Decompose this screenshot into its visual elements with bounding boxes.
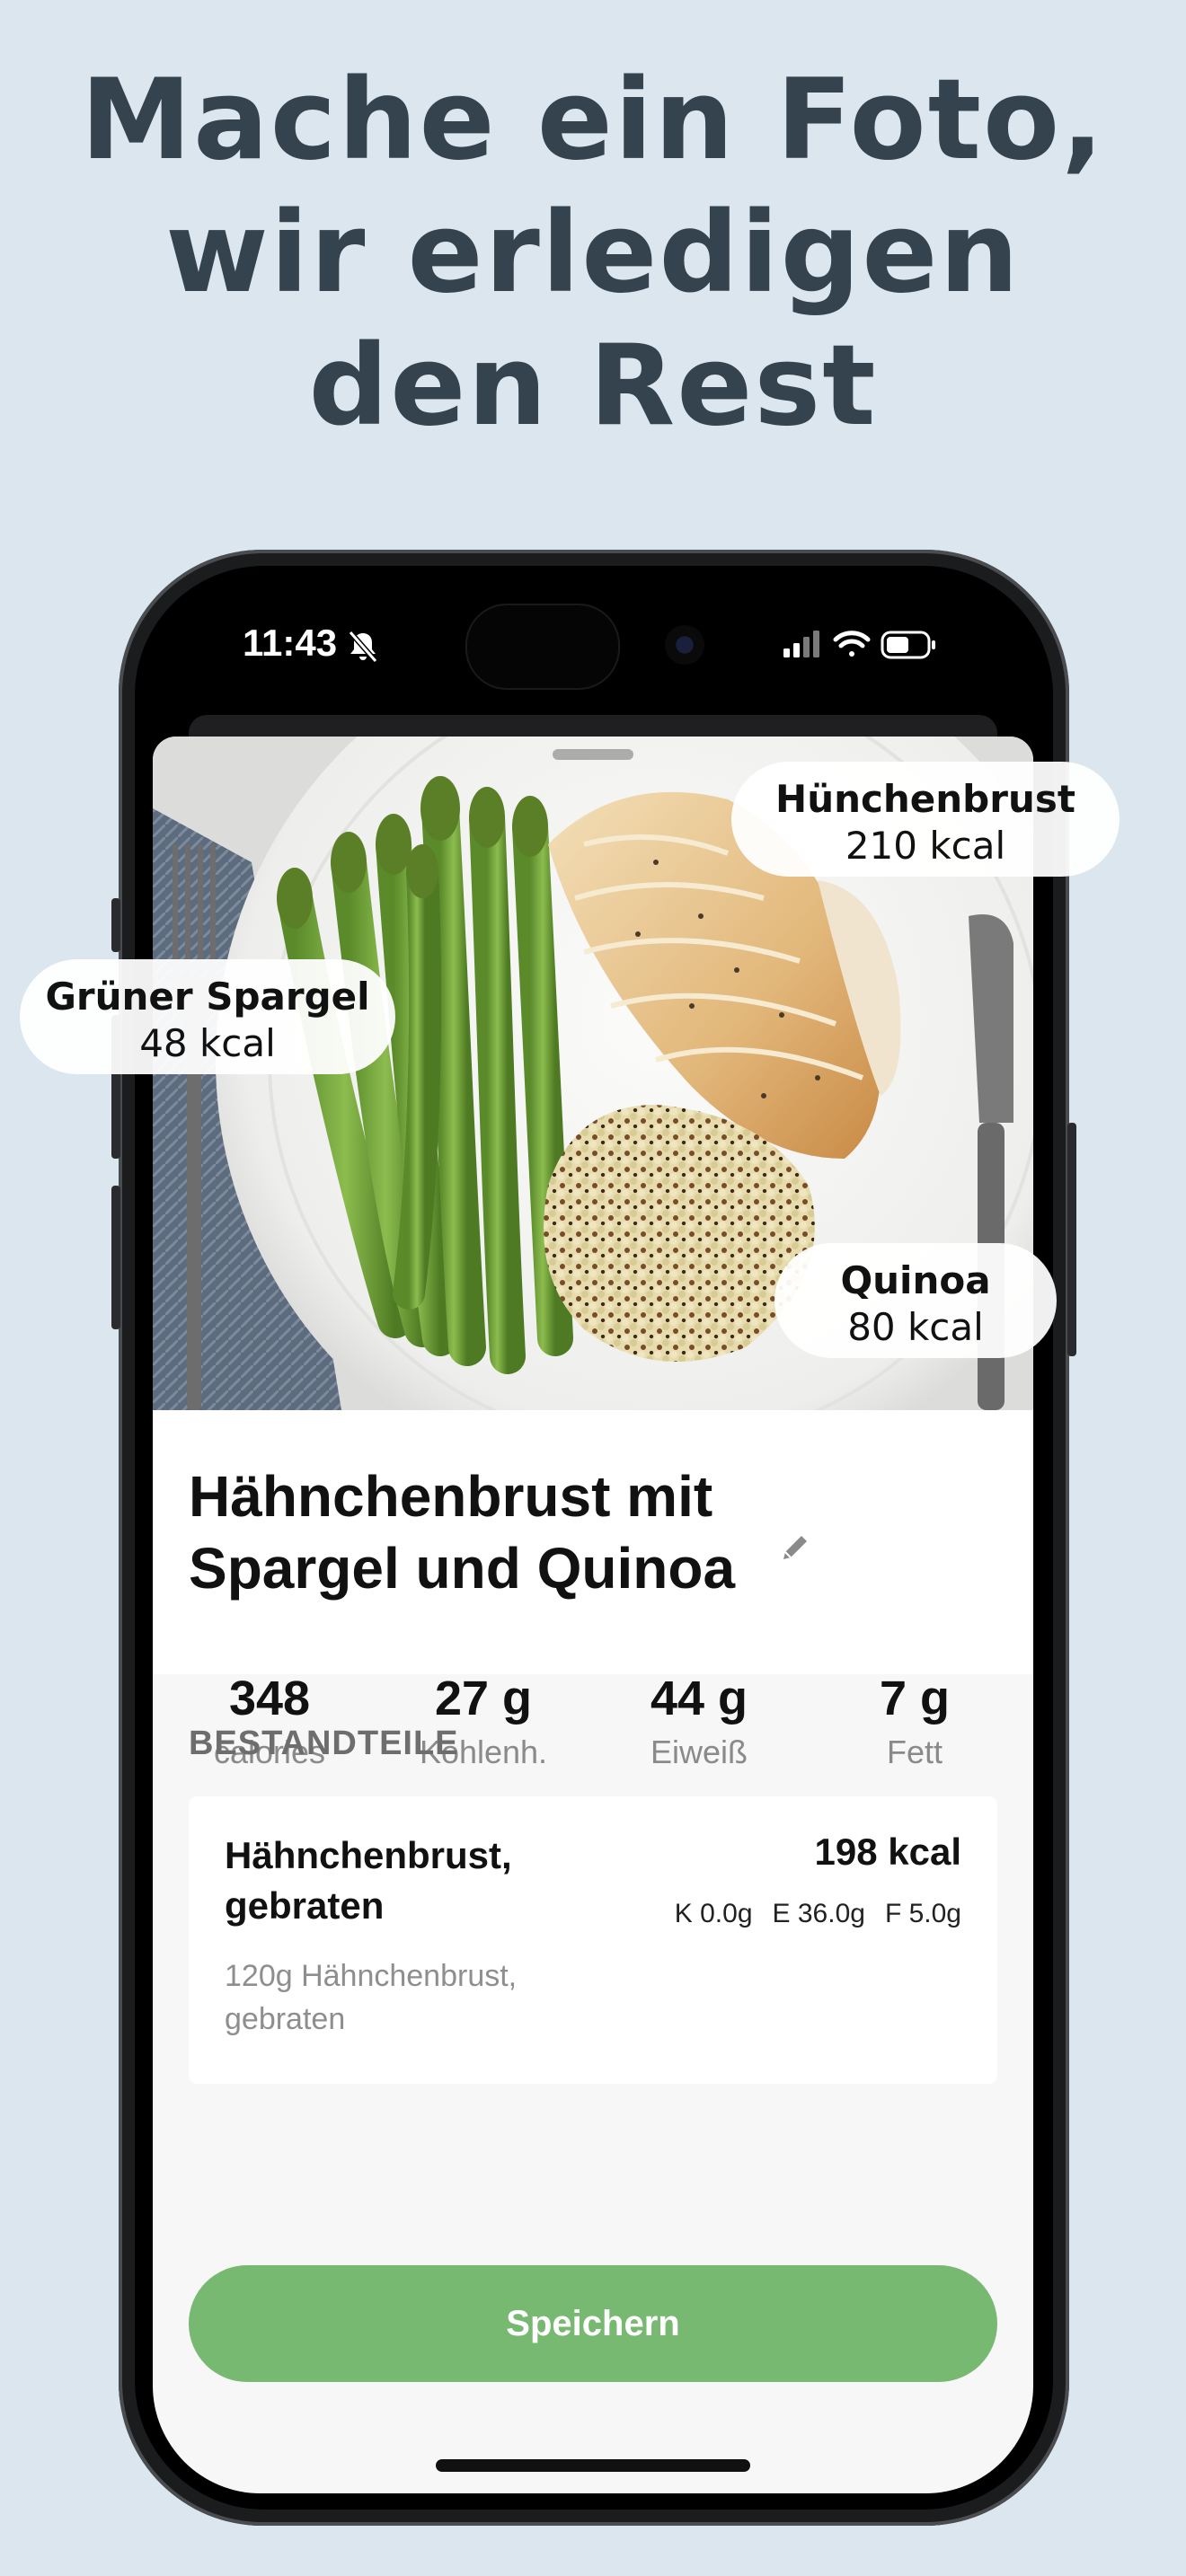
food-label-kcal: 48 kcal bbox=[139, 1021, 276, 1065]
ingredient-protein: E 36.0g bbox=[772, 1899, 865, 1928]
sheet-grabber[interactable] bbox=[553, 749, 633, 760]
macro-fat: 7 g Fett bbox=[825, 1671, 1005, 1771]
ingredient-name: Hähnchenbrust, gebraten bbox=[225, 1834, 512, 1927]
ingredient-macros: K 0.0g E 36.0g F 5.0g bbox=[655, 1899, 961, 1929]
section-heading: BESTANDTEILE bbox=[189, 1725, 459, 1762]
status-time: 11:43 bbox=[243, 622, 338, 664]
meal-title-line-2: Spargel und Quinoa bbox=[189, 1536, 736, 1601]
ingredient-fat: F 5.0g bbox=[884, 1899, 961, 1928]
bell-slash-icon bbox=[348, 631, 378, 663]
save-button[interactable]: Speichern bbox=[189, 2265, 997, 2382]
meal-summary-card: Hähnchenbrust mit Spargel und Quinoa 348… bbox=[153, 1410, 1033, 1770]
food-label-asparagus[interactable]: Grüner Spargel 48 kcal bbox=[20, 959, 395, 1074]
food-label-kcal: 210 kcal bbox=[845, 824, 1006, 868]
side-button-volume-down bbox=[111, 1186, 120, 1329]
food-label-kcal: 80 kcal bbox=[847, 1305, 984, 1349]
pencil-icon[interactable] bbox=[780, 1532, 810, 1563]
ingredient-kcal: 198 kcal bbox=[814, 1831, 962, 1873]
macro-label: Fett bbox=[886, 1734, 943, 1770]
food-label-quinoa[interactable]: Quinoa 80 kcal bbox=[774, 1243, 1057, 1358]
status-indicators bbox=[783, 631, 935, 659]
headline-line-3: den Rest bbox=[308, 322, 878, 451]
side-button-action bbox=[111, 898, 120, 952]
macro-value: 27 g bbox=[434, 1672, 533, 1725]
home-indicator bbox=[436, 2459, 750, 2472]
macro-value: 7 g bbox=[879, 1672, 951, 1725]
food-label-name: Quinoa bbox=[840, 1258, 991, 1302]
food-label-name: Hünchenbrust bbox=[775, 777, 1075, 821]
wifi-icon bbox=[833, 631, 871, 657]
front-camera bbox=[665, 625, 704, 665]
food-label-name: Grüner Spargel bbox=[45, 975, 370, 1019]
macro-protein: 44 g Eiweiß bbox=[609, 1671, 789, 1771]
ingredient-carbs: K 0.0g bbox=[674, 1899, 753, 1928]
signal-icon bbox=[783, 631, 819, 657]
ingredient-card[interactable]: Hähnchenbrust, gebraten 198 kcal K 0.0g E… bbox=[189, 1796, 997, 2084]
macro-value: 44 g bbox=[650, 1672, 748, 1725]
meal-title-line-1: Hähnchenbrust mit bbox=[189, 1464, 713, 1529]
macro-value: 348 bbox=[228, 1672, 311, 1725]
meal-title[interactable]: Hähnchenbrust mit Spargel und Quinoa bbox=[189, 1460, 800, 1604]
headline-line-1: Mache ein Foto, bbox=[80, 56, 1106, 185]
macro-label: Eiweiß bbox=[650, 1734, 748, 1770]
food-label-chicken[interactable]: Hünchenbrust 210 kcal bbox=[731, 762, 1120, 877]
battery-icon bbox=[881, 631, 935, 659]
headline-line-2: wir erledigen bbox=[165, 189, 1021, 318]
headline: Mache ein Foto, wir erledigen den Rest bbox=[0, 54, 1186, 453]
side-button-power bbox=[1067, 1123, 1076, 1356]
ingredient-description: 120g Hähnchenbrust, gebraten bbox=[225, 1959, 518, 2036]
dynamic-island bbox=[465, 604, 620, 690]
